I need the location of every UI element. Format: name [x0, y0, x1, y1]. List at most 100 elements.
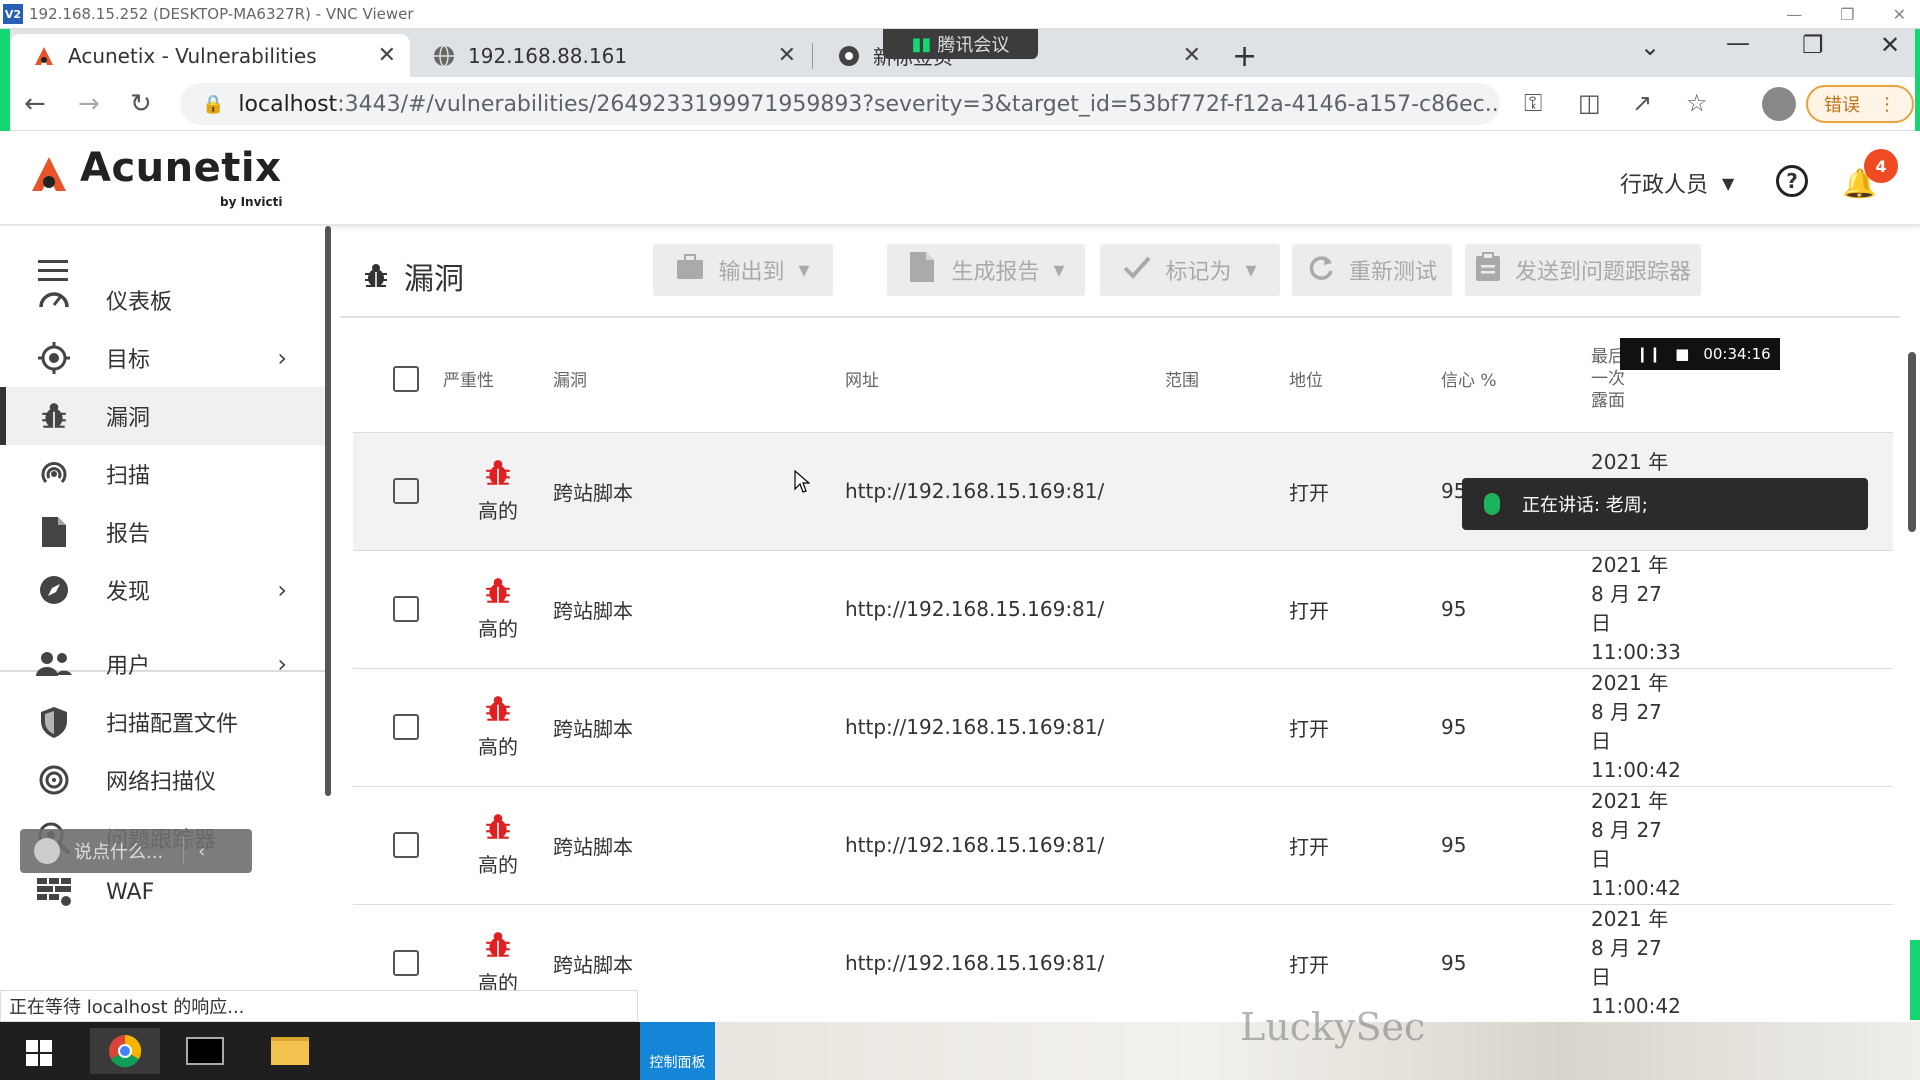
- help-icon[interactable]: ?: [1776, 165, 1808, 197]
- restore-icon[interactable]: ❐: [1840, 5, 1854, 24]
- reload-icon[interactable]: ↻: [130, 89, 152, 119]
- close-tab-icon[interactable]: ✕: [1183, 43, 1201, 68]
- action-button-export[interactable]: 输出到 ▾: [653, 244, 833, 296]
- last-seen-cell: 2021 年8 月 27 日 11:00:33: [1591, 550, 1893, 669]
- user-menu[interactable]: 行政人员 ▼: [1620, 167, 1734, 199]
- caret-down-icon: ▾: [1245, 257, 1257, 283]
- col-severity[interactable]: 严重性: [443, 326, 553, 433]
- severity-label: 高的: [478, 617, 518, 641]
- chevron-right-icon: ›: [277, 344, 287, 372]
- signal-icon: ▮▮: [911, 33, 932, 55]
- last-seen-cell: 2021 年8 月 27 日 11:00:42: [1591, 786, 1893, 905]
- bug-icon: [443, 812, 553, 847]
- bookmark-star-icon[interactable]: ☆: [1686, 89, 1708, 117]
- col-status[interactable]: 地位: [1289, 326, 1441, 433]
- pause-icon[interactable]: ❙❙: [1636, 345, 1661, 363]
- tab-acunetix[interactable]: Acunetix - Vulnerabilities ✕: [10, 34, 410, 77]
- translate-icon[interactable]: ◫: [1578, 89, 1601, 117]
- action-button-refresh[interactable]: 重新测试: [1292, 244, 1452, 296]
- address-bar[interactable]: 🔒 localhost:3443/#/vulnerabilities/26492…: [180, 83, 1500, 125]
- app-logo-text: Acunetix: [80, 145, 282, 191]
- taskbar-folder-icon[interactable]: [255, 1028, 325, 1074]
- severity-label: 高的: [478, 735, 518, 759]
- globe-icon: [432, 44, 456, 68]
- tab-search-icon[interactable]: ⌄: [1640, 33, 1660, 61]
- sidebar-scrollbar[interactable]: [325, 226, 331, 796]
- stop-icon[interactable]: ■: [1675, 345, 1689, 363]
- error-label: 错误: [1824, 95, 1860, 116]
- vulnerability-name[interactable]: 跨站脚本: [553, 668, 845, 787]
- new-tab-button[interactable]: +: [1232, 39, 1257, 74]
- table-row[interactable]: 高的 跨站脚本 http://192.168.15.169:81/打开 95 2021 …: [353, 786, 1893, 905]
- sidebar-item-4[interactable]: 报告: [0, 503, 325, 561]
- chevron-right-icon: ›: [277, 650, 287, 678]
- minimize-icon[interactable]: —: [1786, 5, 1802, 24]
- taskbar-chrome-icon[interactable]: [90, 1028, 160, 1074]
- meeting-indicator[interactable]: ▮▮ 腾讯会议: [883, 29, 1038, 59]
- col-scope[interactable]: 范围: [1165, 326, 1289, 433]
- bug-icon: [443, 694, 553, 729]
- export-icon: [676, 254, 704, 286]
- scan-icon: [34, 454, 74, 494]
- row-checkbox[interactable]: [393, 478, 419, 504]
- sidebar-item-label: 网络扫描仪: [106, 770, 217, 795]
- table-row[interactable]: 高的 跨站脚本 http://192.168.15.169:81/打开 95 2021 …: [353, 550, 1893, 669]
- row-checkbox[interactable]: [393, 714, 419, 740]
- severity-cell: 高的: [443, 786, 553, 905]
- error-button[interactable]: 错误 ⋮: [1806, 85, 1914, 123]
- close-tab-icon[interactable]: ✕: [778, 43, 796, 68]
- close-icon[interactable]: ✕: [1893, 5, 1906, 24]
- action-button-clipboard[interactable]: 发送到问题跟踪器: [1465, 244, 1701, 296]
- browser-minimize-icon[interactable]: —: [1726, 29, 1750, 57]
- main-scrollbar[interactable]: [1908, 352, 1916, 532]
- meeting-chat-input[interactable]: 说点什么... ‹: [20, 829, 252, 873]
- sidebar-item-8[interactable]: 网络扫描仪: [0, 751, 325, 809]
- action-button-report[interactable]: 生成报告 ▾: [887, 244, 1085, 296]
- notification-badge[interactable]: 4: [1864, 149, 1898, 183]
- back-icon[interactable]: ←: [24, 89, 46, 119]
- vulnerability-url: http://192.168.15.169:81/: [845, 668, 1165, 787]
- col-vulnerability[interactable]: 漏洞: [553, 326, 845, 433]
- taskbar-control-panel[interactable]: 控制面板: [640, 1022, 715, 1080]
- taskbar-terminal-icon[interactable]: [170, 1028, 240, 1074]
- tab-remote-host[interactable]: 192.168.88.161 ✕: [410, 34, 810, 77]
- tab-title: Acunetix - Vulnerabilities: [68, 43, 317, 68]
- sidebar-item-0[interactable]: 仪表板: [0, 271, 325, 329]
- sidebar-item-5[interactable]: 发现 ›: [0, 561, 325, 619]
- sidebar-item-1[interactable]: 目标 ›: [0, 329, 325, 387]
- select-all-checkbox[interactable]: [393, 365, 419, 392]
- sidebar-item-2[interactable]: 漏洞: [0, 387, 325, 445]
- page-title: 漏洞: [362, 254, 464, 298]
- col-confidence[interactable]: 信心 %: [1441, 326, 1591, 433]
- row-checkbox[interactable]: [393, 950, 419, 976]
- action-button-check[interactable]: 标记为 ▾: [1100, 244, 1280, 296]
- sidebar-item-label: WAF: [106, 879, 155, 905]
- dashboard-icon: [34, 280, 74, 320]
- close-tab-icon[interactable]: ✕: [378, 43, 396, 68]
- share-icon[interactable]: ↗: [1632, 89, 1652, 117]
- vnc-title-bar: V2 192.168.15.252 (DESKTOP-MA6327R) - VN…: [0, 0, 1920, 29]
- user-name: 行政人员: [1620, 173, 1709, 198]
- vulnerability-name[interactable]: 跨站脚本: [553, 786, 845, 905]
- windows-start-icon[interactable]: [26, 1040, 52, 1066]
- collapse-icon[interactable]: ‹: [198, 841, 205, 862]
- col-url[interactable]: 网址: [845, 326, 1165, 433]
- sidebar-item-7[interactable]: 扫描配置文件: [0, 693, 325, 751]
- forward-icon[interactable]: →: [78, 89, 100, 119]
- vnc-frame-edge: [1910, 940, 1920, 1020]
- vulnerability-name[interactable]: 跨站脚本: [553, 550, 845, 669]
- sidebar-item-6[interactable]: 用户 ›: [0, 635, 325, 693]
- row-checkbox[interactable]: [393, 832, 419, 858]
- profile-avatar[interactable]: [1762, 87, 1796, 121]
- browser-close-icon[interactable]: ✕: [1880, 31, 1900, 59]
- row-checkbox[interactable]: [393, 596, 419, 622]
- key-icon[interactable]: ⚿: [1524, 89, 1542, 117]
- emoji-icon[interactable]: [34, 838, 60, 864]
- acunetix-icon: [32, 44, 56, 68]
- recording-indicator: ❙❙ ■ 00:34:16: [1620, 338, 1780, 370]
- table-row[interactable]: 高的 跨站脚本 http://192.168.15.169:81/打开 95 2021 …: [353, 668, 1893, 787]
- sidebar-item-3[interactable]: 扫描: [0, 445, 325, 503]
- browser-restore-icon[interactable]: ❐: [1802, 31, 1824, 59]
- sidebar-item-label: 扫描: [106, 464, 151, 489]
- severity-cell: 高的: [443, 550, 553, 669]
